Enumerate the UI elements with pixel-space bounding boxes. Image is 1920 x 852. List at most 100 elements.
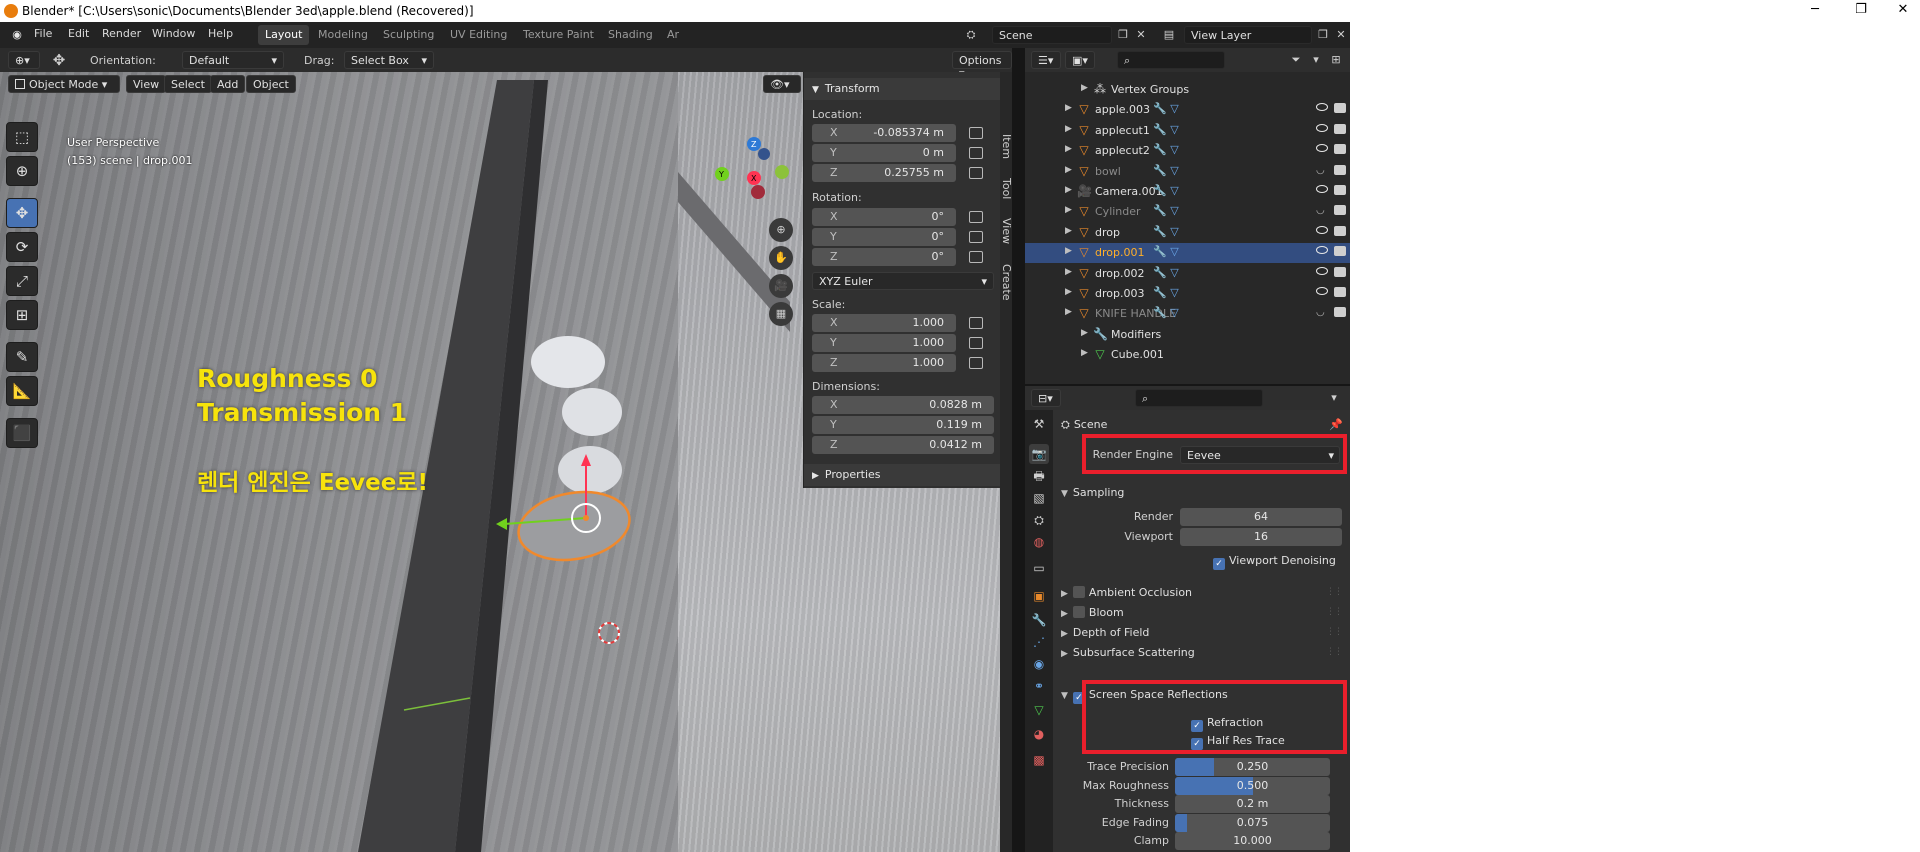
viewport-denoising-checkbox[interactable]: ✓ Viewport Denoising — [1205, 550, 1345, 572]
tool-tab-icon[interactable]: ⚒ — [1029, 414, 1049, 434]
modifier-mesh-icons[interactable]: 🔧 ▽ — [1153, 266, 1179, 279]
lock-icon[interactable] — [969, 231, 983, 243]
menu-edit[interactable]: Edit — [68, 27, 89, 40]
nav-gizmo-y-neg[interactable] — [775, 165, 789, 179]
lock-icon[interactable] — [969, 211, 983, 223]
rotate-tool-icon[interactable]: ⟳ — [6, 232, 38, 262]
eye-hidden-icon[interactable]: ◡ — [1316, 307, 1325, 318]
editor-type-menu[interactable]: ⊕▾ — [8, 51, 40, 69]
modifier-tab-icon[interactable]: 🔧 — [1029, 610, 1049, 630]
expand-arrow-icon[interactable]: ▶ — [1065, 124, 1072, 134]
orientation-dropdown[interactable]: Default ▾ — [182, 51, 284, 69]
param-slider[interactable]: 0.2 m — [1175, 795, 1330, 813]
scale-x-field[interactable]: X 1.000 — [812, 314, 956, 332]
expand-arrow-icon[interactable]: ▶ — [1065, 165, 1072, 175]
grid-perspective-icon[interactable]: ▦ — [769, 302, 793, 326]
maximize-button[interactable]: ❐ — [1838, 0, 1884, 22]
blender-menu-icon[interactable]: ◉ — [8, 26, 26, 44]
workspace-tab-animation[interactable]: Ar — [660, 25, 686, 45]
expand-arrow-icon[interactable]: ▶ — [1065, 307, 1072, 317]
tab-item[interactable]: Item — [1000, 134, 1013, 159]
render-camera-icon[interactable] — [1334, 103, 1346, 114]
modifier-mesh-icons[interactable]: 🔧 ▽ — [1153, 245, 1179, 258]
constraints-tab-icon[interactable]: ⚭ — [1029, 676, 1049, 696]
tab-view[interactable]: View — [1000, 218, 1013, 244]
section-header[interactable]: ▶ Depth of Field ⋮⋮ — [1053, 622, 1350, 644]
outliner-row[interactable]: ▶ ▽ drop 🔧 ▽ — [1025, 223, 1350, 243]
workspace-tab-uv-editing[interactable]: UV Editing — [443, 25, 514, 45]
modifier-mesh-icons[interactable]: 🔧 ▽ — [1153, 143, 1179, 156]
render-samples-field[interactable]: 64 — [1180, 508, 1342, 526]
expand-arrow-icon[interactable]: ▶ — [1081, 348, 1088, 358]
dimensions-z-field[interactable]: Z 0.0412 m — [812, 436, 994, 454]
modifier-mesh-icons[interactable]: 🔧 ▽ — [1153, 102, 1179, 115]
add-cube-tool-icon[interactable]: ⬛ — [6, 418, 38, 448]
outliner-editor-type[interactable]: ☰▾ — [1031, 51, 1061, 69]
eye-icon[interactable] — [1316, 246, 1328, 255]
outliner-row[interactable]: ▶ ▽ Cylinder 🔧 ▽ ◡ — [1025, 202, 1350, 222]
new-scene-icon[interactable]: ❐ — [1114, 26, 1132, 44]
menu-window[interactable]: Window — [152, 27, 195, 40]
outliner-row[interactable]: ▶ ▽ drop.002 🔧 ▽ — [1025, 264, 1350, 284]
nav-gizmo-z-neg[interactable] — [758, 148, 770, 160]
dimensions-y-field[interactable]: Y 0.119 m — [812, 416, 994, 434]
eye-icon[interactable] — [1316, 144, 1328, 153]
render-camera-icon[interactable] — [1334, 287, 1346, 297]
outliner-row[interactable]: ▶ 🔧 Modifiers — [1025, 325, 1350, 345]
chevron-down-icon[interactable]: ▾ — [1307, 51, 1325, 69]
expand-arrow-icon[interactable]: ▶ — [1065, 205, 1072, 215]
lock-icon[interactable] — [969, 337, 983, 349]
drag-grip-icon[interactable]: ⋮⋮ — [1326, 627, 1343, 637]
nav-gizmo-x-neg[interactable] — [751, 185, 765, 199]
transform-section-header[interactable]: ▼ Transform — [804, 78, 1001, 100]
delete-scene-icon[interactable]: ✕ — [1132, 26, 1150, 44]
menu-help[interactable]: Help — [208, 27, 233, 40]
drag-grip-icon[interactable]: ⋮⋮ — [1326, 587, 1343, 597]
expand-arrow-icon[interactable]: ▶ — [1065, 267, 1072, 277]
eye-icon[interactable] — [1316, 287, 1328, 295]
outliner-row[interactable]: ▶ ▽ KNIFE HANDLE 🔧 ▽ ◡ — [1025, 304, 1350, 324]
outliner-row[interactable]: ▶ ▽ Cube.001 — [1025, 345, 1350, 365]
properties-search-input[interactable]: ⌕ — [1135, 389, 1263, 407]
select-box-tool-icon[interactable]: ⬚ — [6, 122, 38, 152]
render-camera-icon[interactable] — [1334, 144, 1346, 155]
expand-arrow-icon[interactable]: ▶ — [1081, 83, 1088, 93]
filter-icon[interactable]: ⏷ — [1287, 51, 1305, 69]
lock-icon[interactable] — [969, 147, 983, 159]
tab-create[interactable]: Create — [1000, 264, 1013, 301]
lock-icon[interactable] — [969, 167, 983, 179]
delete-view-layer-icon[interactable]: ✕ — [1332, 26, 1350, 44]
texture-tab-icon[interactable]: ▩ — [1029, 750, 1049, 770]
expand-arrow-icon[interactable]: ▶ — [1065, 226, 1072, 236]
param-slider[interactable]: 0.250 — [1175, 758, 1330, 776]
workspace-tab-shading[interactable]: Shading — [601, 25, 660, 45]
render-camera-icon[interactable] — [1334, 266, 1346, 277]
eye-icon[interactable] — [1316, 266, 1328, 275]
measure-tool-icon[interactable]: 📐 — [6, 376, 38, 406]
move-tool-icon[interactable]: ✥ — [6, 198, 38, 228]
viewport-samples-field[interactable]: 16 — [1180, 528, 1342, 546]
param-slider[interactable]: 10.000 — [1175, 832, 1330, 850]
workspace-tab-sculpting[interactable]: Sculpting — [376, 25, 441, 45]
rotation-z-field[interactable]: Z 0° — [812, 248, 956, 266]
menu-render[interactable]: Render — [102, 27, 141, 40]
eye-icon[interactable] — [1316, 185, 1328, 193]
rotation-x-field[interactable]: X 0° — [812, 208, 956, 226]
outliner-row[interactable]: ▶ ▽ drop.001 🔧 ▽ — [1025, 243, 1350, 264]
chevron-down-icon[interactable]: ▾ — [1325, 389, 1343, 407]
physics-tab-icon[interactable]: ◉ — [1029, 654, 1049, 674]
workspace-tab-modeling[interactable]: Modeling — [311, 25, 375, 45]
material-tab-icon[interactable]: ◕ — [1029, 724, 1049, 744]
modifier-mesh-icons[interactable]: 🔧 ▽ — [1153, 225, 1179, 238]
rotation-mode-dropdown[interactable]: XYZ Euler ▾ — [812, 272, 994, 290]
workspace-tab-layout[interactable]: Layout — [258, 25, 310, 45]
tab-tool[interactable]: Tool — [1000, 178, 1013, 199]
scale-z-field[interactable]: Z 1.000 — [812, 354, 956, 372]
object-tab-icon[interactable]: ▣ — [1029, 586, 1049, 606]
particles-tab-icon[interactable]: ⋰ — [1029, 632, 1049, 652]
param-slider[interactable]: 0.075 — [1175, 813, 1330, 832]
expand-arrow-icon[interactable]: ▶ — [1065, 287, 1072, 297]
section-header[interactable]: ▶ Subsurface Scattering ⋮⋮ — [1053, 642, 1350, 664]
section-header[interactable]: ▶ Ambient Occlusion ⋮⋮ — [1053, 582, 1350, 604]
minimize-button[interactable]: ─ — [1792, 0, 1838, 22]
